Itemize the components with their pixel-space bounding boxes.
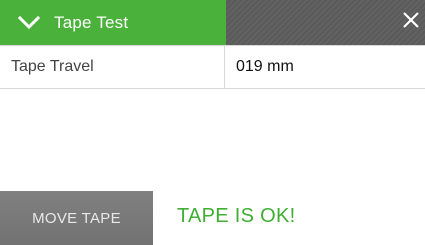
close-icon[interactable] xyxy=(402,11,420,34)
results-table: Tape Travel 019 mm xyxy=(0,45,425,89)
status-message: TAPE IS OK! xyxy=(177,205,296,227)
close-button[interactable] xyxy=(397,0,425,45)
table-row: Tape Travel 019 mm xyxy=(0,46,425,89)
row-value: 019 mm xyxy=(236,58,294,75)
tape-test-panel: Tape Test Tape Travel 019 mm MOVE TAPE T… xyxy=(0,0,425,245)
row-label: Tape Travel xyxy=(0,46,225,88)
move-tape-button[interactable]: MOVE TAPE xyxy=(0,191,153,245)
title-bar-background xyxy=(226,0,425,45)
panel-title: Tape Test xyxy=(54,12,129,32)
title-bar: Tape Test xyxy=(0,0,425,45)
chevron-down-icon[interactable] xyxy=(17,15,41,30)
title-tab[interactable]: Tape Test xyxy=(0,0,226,45)
